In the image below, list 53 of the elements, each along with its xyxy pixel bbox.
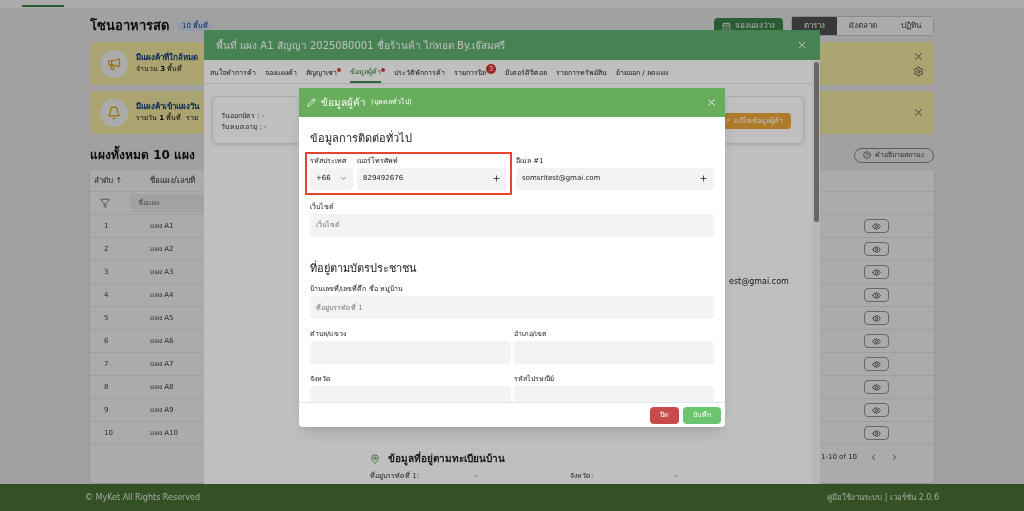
eye-icon	[872, 313, 881, 323]
add-icon[interactable]	[492, 174, 501, 183]
column-header[interactable]: ลำดับ ↑	[90, 174, 140, 187]
eye-icon	[872, 336, 881, 346]
filter-icon[interactable]	[100, 198, 110, 208]
map-pin-icon	[370, 453, 380, 464]
view-button[interactable]	[864, 334, 889, 348]
settings-icon[interactable]	[913, 65, 924, 77]
dialog-title: พื้นที่ แผง A1 สัญญา 2025080001 ชื่อร้านค้า ไก่ทอด By.เจ๊สมศรี	[216, 37, 505, 53]
close-icon[interactable]	[913, 50, 924, 62]
close-icon[interactable]	[913, 107, 924, 118]
alert-title: มีแผงค้าที่ใกล้หมด	[136, 52, 198, 63]
section-heading: ข้อมูลที่อยู่ตามทะเบียนบ้าน	[388, 451, 505, 466]
view-button[interactable]	[864, 242, 889, 256]
eye-icon	[872, 221, 881, 231]
eye-icon	[872, 359, 881, 369]
view-button[interactable]	[864, 380, 889, 394]
eye-icon	[872, 244, 881, 254]
megaphone-icon	[100, 49, 128, 78]
add-icon[interactable]	[699, 174, 708, 183]
view-button[interactable]	[864, 357, 889, 371]
scrollbar-thumb[interactable]	[813, 62, 819, 222]
bell-icon	[100, 98, 128, 127]
help-icon	[863, 151, 871, 159]
view-button[interactable]	[864, 311, 889, 325]
previous-page-icon[interactable]	[869, 452, 878, 462]
copyright-text: © MyKet All Rights Reserved	[85, 491, 201, 504]
view-button[interactable]	[864, 288, 889, 302]
email-text: est@gmai.com	[729, 276, 789, 288]
next-page-icon[interactable]	[890, 452, 899, 462]
close-icon[interactable]	[796, 39, 808, 51]
view-button[interactable]	[864, 265, 889, 279]
calendar-icon	[722, 21, 731, 31]
stalls-heading: แผงทั้งหมด 10 แผง	[90, 146, 196, 164]
pencil-icon	[307, 98, 316, 107]
footer-links[interactable]: คู่มือใช้งานระบบ | เวอร์ชั่น 2.0.6	[827, 491, 939, 504]
eye-icon	[872, 290, 881, 300]
eye-icon	[872, 428, 881, 438]
caret-icon	[340, 175, 347, 182]
eye-icon	[872, 267, 881, 277]
section-heading: ข้อมูลการติดต่อทั่วไป	[310, 131, 413, 147]
eye-icon	[872, 405, 881, 415]
alert-title: มีแผงค้าเข้าแผงวัน	[136, 101, 199, 112]
section-heading: ที่อยู่ตามบัตรประชาชน	[310, 260, 418, 277]
zone-title: โซนอาหารสด	[90, 17, 169, 36]
view-button[interactable]	[864, 426, 889, 440]
view-tab[interactable]: ปฏิทิน	[889, 17, 933, 35]
close-icon[interactable]	[706, 97, 717, 108]
view-tab[interactable]: ผังตลาด	[837, 17, 889, 35]
view-button[interactable]	[864, 219, 889, 233]
view-button[interactable]	[864, 403, 889, 417]
dialog-title: ข้อมูลผู้ค้า	[321, 96, 366, 110]
eye-icon	[872, 382, 881, 392]
